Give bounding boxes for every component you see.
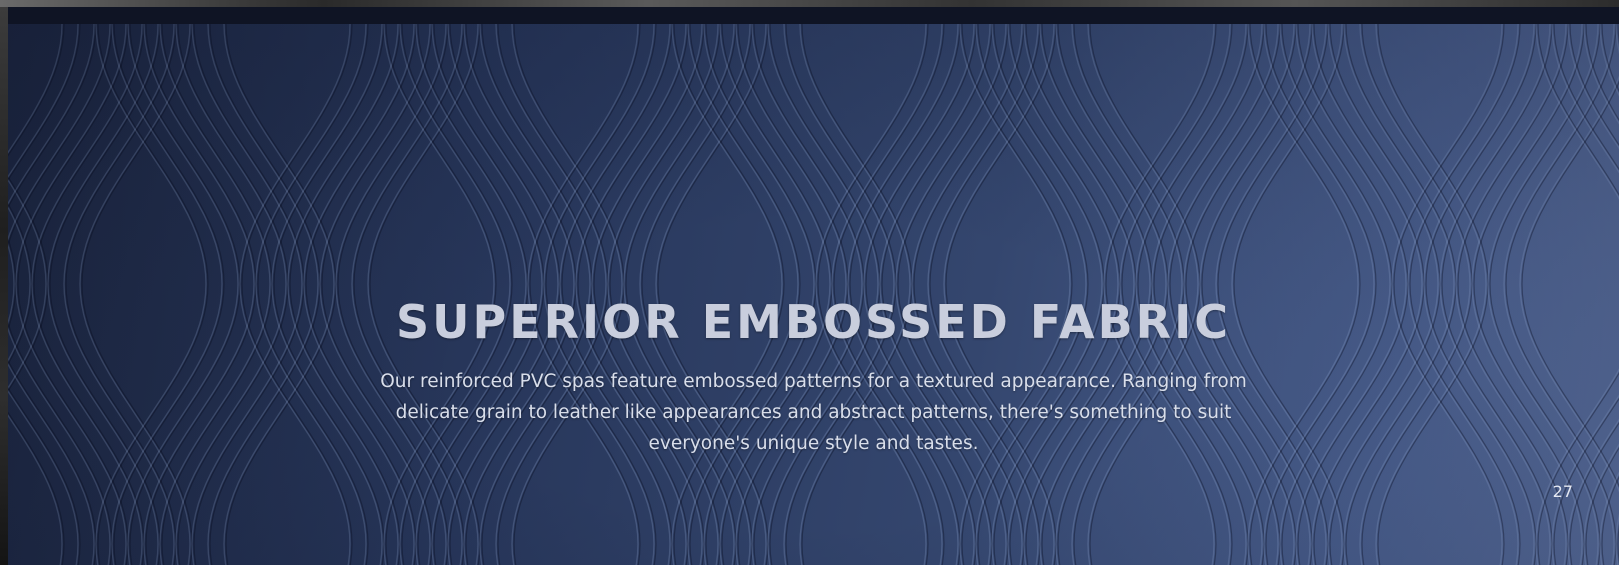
document-page: SUPERIOR EMBOSSED FABRIC Our reinforced …: [8, 24, 1619, 565]
page-body-text: Our reinforced PVC spas feature embossed…: [380, 371, 1247, 454]
page-number: 27: [1552, 482, 1573, 501]
page-title: SUPERIOR EMBOSSED FABRIC: [396, 295, 1231, 349]
left-edge-strip: [0, 7, 8, 565]
page-content: SUPERIOR EMBOSSED FABRIC Our reinforced …: [8, 294, 1619, 459]
top-edge-strip: [0, 0, 1619, 7]
page-header-bar: [8, 7, 1619, 24]
viewer-frame: SUPERIOR EMBOSSED FABRIC Our reinforced …: [0, 0, 1619, 565]
